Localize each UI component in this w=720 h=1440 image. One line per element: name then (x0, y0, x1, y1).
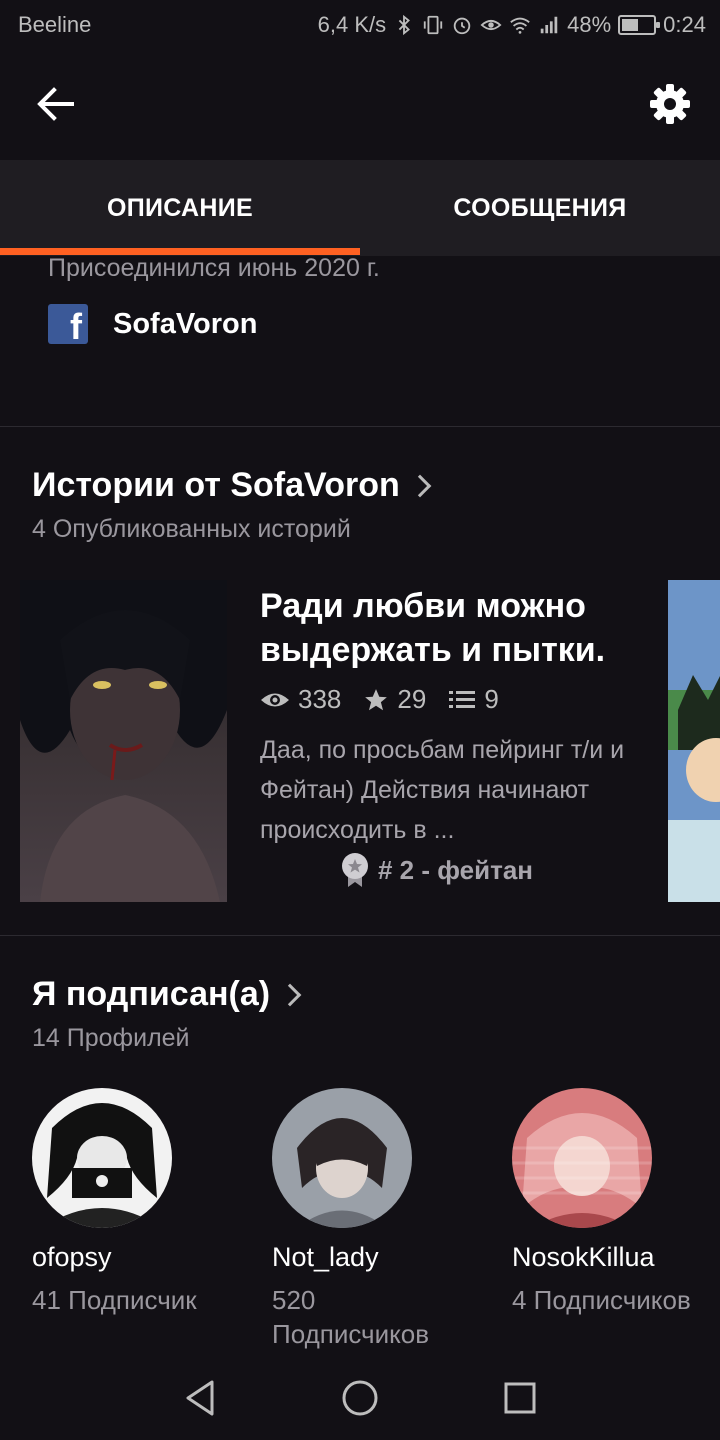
username: Not_lady (272, 1242, 379, 1272)
stories-section-header[interactable]: Истории от SofaVoron (32, 466, 432, 505)
battery-percent: 48% (567, 12, 612, 37)
views-count: 338 (298, 684, 342, 714)
story-cover-image (20, 580, 227, 902)
avatar (512, 1088, 652, 1228)
signal-icon (540, 16, 558, 34)
follower-count: 520 Подписчиков (272, 1285, 430, 1349)
following-count: 14 Профилей (32, 1024, 190, 1052)
followed-profile[interactable]: ofopsy 41 Подписчик (32, 1088, 232, 1317)
follower-count: 4 Подписчиков (512, 1285, 691, 1315)
votes-stat: 29 (363, 684, 426, 715)
stories-count: 4 Опубликованных историй (32, 515, 351, 543)
tab-messages[interactable]: СООБЩЕНИЯ (360, 160, 720, 256)
list-icon (449, 690, 476, 708)
username: ofopsy (32, 1242, 112, 1272)
gear-icon[interactable] (642, 76, 698, 132)
carrier-label: Beeline (18, 12, 92, 37)
network-speed: 6,4 K/s (317, 12, 387, 37)
divider (0, 426, 720, 427)
story-stats: 338 29 9 (260, 684, 521, 715)
avatar (32, 1088, 172, 1228)
app-bar (0, 50, 720, 160)
divider (0, 935, 720, 936)
status-bar: Beeline 6,4 K/s 48% 0:24 (0, 0, 720, 50)
alarm-icon (453, 17, 471, 35)
system-nav-bar (0, 1356, 720, 1440)
facebook-link[interactable]: f SofaVoron (48, 304, 257, 344)
followed-profile[interactable]: NosokKillua 4 Подписчиков (512, 1088, 712, 1317)
battery-icon (618, 15, 661, 35)
follower-count: 41 Подписчик (32, 1285, 197, 1315)
following-section-header[interactable]: Я подписан(а) (32, 975, 302, 1014)
next-story-cover[interactable] (668, 580, 720, 902)
avatar (272, 1088, 412, 1228)
story-title[interactable]: Ради любви можно выдержать и пытки. (260, 584, 660, 672)
story-description: Даа, по просьбам пейринг т/и и Фейтан) Д… (260, 736, 625, 844)
eye-icon (480, 19, 502, 31)
joined-date: Присоединился июнь 2020 г. (48, 254, 380, 282)
nav-back-icon[interactable] (178, 1376, 222, 1420)
clock: 0:24 (663, 12, 706, 37)
next-story-cover-image (668, 580, 720, 902)
chevron-right-icon (278, 983, 302, 1006)
rank-label: # 2 - фейтан (378, 854, 533, 885)
facebook-username: SofaVoron (113, 307, 258, 340)
wifi-icon (510, 17, 530, 34)
vibrate-icon (423, 15, 443, 35)
username: NosokKillua (512, 1242, 655, 1272)
nav-recents-icon[interactable] (498, 1376, 542, 1420)
bluetooth-icon (398, 14, 411, 36)
eye-icon (261, 693, 289, 706)
parts-stat: 9 (448, 684, 499, 715)
views-stat: 338 (260, 684, 341, 715)
stories-title: Истории от SofaVoron (32, 466, 400, 504)
story-rank: # 2 - фейтан (340, 852, 533, 888)
tab-bar: ОПИСАНИЕ СООБЩЕНИЯ (0, 160, 720, 256)
votes-count: 29 (397, 684, 427, 714)
chevron-right-icon (408, 474, 432, 497)
following-title: Я подписан(а) (32, 975, 271, 1013)
ribbon-badge-icon (342, 853, 368, 887)
back-arrow-icon[interactable] (28, 76, 84, 132)
followed-profile[interactable]: Not_lady 520 Подписчиков (272, 1088, 472, 1351)
story-cover[interactable] (20, 580, 227, 902)
nav-home-icon[interactable] (338, 1376, 382, 1420)
star-icon (365, 688, 388, 710)
tab-description[interactable]: ОПИСАНИЕ (0, 160, 360, 256)
parts-count: 9 (484, 684, 499, 714)
facebook-icon: f (48, 304, 88, 344)
